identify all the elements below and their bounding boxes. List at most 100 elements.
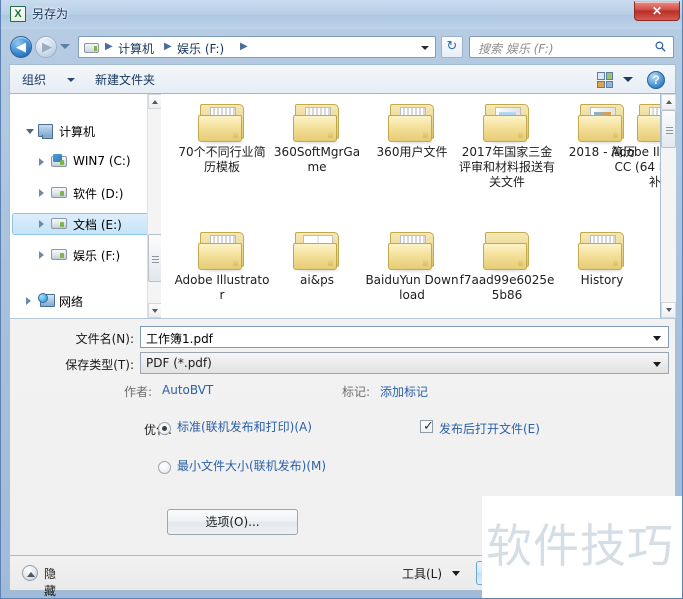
- sidebar-item-label: 娱乐 (F:): [73, 249, 121, 263]
- view-mode-icon[interactable]: [597, 72, 613, 88]
- folder-icon: [293, 102, 341, 144]
- sidebar-item-computer[interactable]: 计算机: [10, 120, 161, 142]
- radio-minimum-size[interactable]: [158, 461, 171, 474]
- drive-icon: [51, 249, 67, 260]
- filetype-value: PDF (*.pdf): [146, 356, 212, 370]
- computer-icon: [38, 124, 53, 139]
- list-item-label: History: [580, 273, 624, 287]
- list-item-label: 2017年国家三金评审和材料报送有关文件: [459, 145, 556, 189]
- chevron-expand-icon[interactable]: [39, 220, 44, 228]
- address-bar-row: ◀ ▶ ▶ 计算机 ▶ 娱乐 (F:) ▶ ↻ 搜索 娱乐 (F:): [1, 29, 682, 64]
- folder-icon: [388, 230, 436, 272]
- sidebar-item-entertainment-f[interactable]: 娱乐 (F:): [10, 244, 161, 266]
- list-item[interactable]: Adobe Illustrator: [174, 230, 270, 303]
- chevron-down-icon[interactable]: [653, 336, 661, 341]
- chevron-down-icon[interactable]: [421, 46, 429, 50]
- file-list-pane: 70个不同行业简历模板 360SoftMgrGame 360用户文件 2017年…: [161, 94, 661, 318]
- network-icon: [38, 293, 55, 307]
- list-item[interactable]: ai&ps: [269, 230, 365, 288]
- list-item-label: Adobe Illustrator: [174, 273, 270, 302]
- chevron-down-icon[interactable]: [623, 77, 633, 82]
- excel-icon: X: [10, 6, 26, 22]
- options-button[interactable]: 选项(O)...: [167, 509, 298, 535]
- list-item[interactable]: 70个不同行业简历模板: [174, 102, 270, 175]
- organize-menu-button[interactable]: 组织: [22, 71, 46, 88]
- folder-icon: [198, 102, 246, 144]
- collapse-up-icon: [22, 565, 38, 581]
- radio-standard-label[interactable]: 标准(联机发布和打印)(A): [177, 419, 327, 435]
- window-title: 另存为: [32, 7, 69, 21]
- list-item[interactable]: 360用户文件: [364, 102, 460, 160]
- sidebar-item-software-d[interactable]: 软件 (D:): [10, 182, 161, 204]
- forward-arrow-icon[interactable]: ▶: [35, 36, 57, 58]
- author-value[interactable]: AutoBVT: [162, 383, 213, 397]
- search-input[interactable]: 搜索 娱乐 (F:): [469, 36, 674, 58]
- breadcrumb-separator: ▶: [164, 41, 172, 52]
- folder-icon: [637, 102, 660, 144]
- navigation-scrollbar[interactable]: [147, 94, 162, 318]
- help-icon[interactable]: ?: [647, 71, 665, 89]
- filename-input[interactable]: 工作簿1.pdf: [140, 326, 669, 348]
- radio-standard[interactable]: [158, 422, 171, 435]
- refresh-icon[interactable]: ↻: [441, 36, 463, 58]
- hide-folders-label: 隐藏文件夹: [44, 567, 57, 598]
- recent-pages-icon[interactable]: [60, 44, 70, 49]
- list-item[interactable]: 360SoftMgrGame: [269, 102, 365, 175]
- scrollbar-thumb[interactable]: [661, 110, 676, 148]
- search-placeholder: 搜索 娱乐 (F:): [478, 42, 554, 56]
- close-button[interactable]: ✕: [634, 1, 680, 21]
- navigation-pane: 计算机 WIN7 (C:) 软件 (D:) 文档 (E:) 娱乐 (F:) 网络: [9, 94, 161, 318]
- list-item-label: f7aad99e6025e5b86: [459, 273, 555, 302]
- sidebar-item-win7-c[interactable]: WIN7 (C:): [10, 151, 161, 173]
- folder-icon: [483, 102, 531, 144]
- tools-menu-button[interactable]: 工具(L): [402, 565, 442, 582]
- drive-icon: [51, 187, 67, 198]
- breadcrumb-computer[interactable]: 计算机: [118, 40, 154, 57]
- list-item[interactable]: kcdown: [649, 230, 660, 288]
- list-item-label: 70个不同行业简历模板: [178, 145, 266, 174]
- list-item[interactable]: BaiduYun Download: [364, 230, 460, 303]
- back-arrow-icon[interactable]: ◀: [10, 36, 32, 58]
- list-item[interactable]: Adobe Illustrator CC (64 Bit) 破解补丁: [611, 102, 660, 190]
- breadcrumb-drive[interactable]: 娱乐 (F:): [177, 40, 224, 57]
- filetype-label: 保存类型(T):: [65, 358, 134, 372]
- folder-icon: [388, 102, 436, 144]
- radio-minimum-size-label[interactable]: 最小文件大小(联机发布)(M): [177, 458, 327, 474]
- sidebar-item-label: WIN7 (C:): [73, 154, 131, 168]
- chevron-expand-icon[interactable]: [39, 189, 44, 197]
- file-list-scrollbar[interactable]: [661, 94, 676, 318]
- scroll-up-button[interactable]: [661, 94, 676, 110]
- scrollbar-thumb[interactable]: [148, 234, 162, 282]
- chevron-down-icon[interactable]: [67, 78, 75, 82]
- breadcrumb-separator: ▶: [105, 41, 113, 52]
- chevron-expand-icon[interactable]: [26, 129, 34, 134]
- chevron-expand-icon[interactable]: [39, 158, 44, 166]
- sidebar-item-network[interactable]: 网络: [10, 290, 161, 312]
- chevron-down-icon[interactable]: [452, 571, 460, 576]
- list-item[interactable]: 2017年国家三金评审和材料报送有关文件: [459, 102, 555, 190]
- drive-icon: [51, 218, 67, 229]
- tags-label: 标记:: [342, 385, 371, 399]
- sidebar-item-docs-e[interactable]: 文档 (E:): [10, 213, 161, 235]
- folder-icon: [293, 230, 341, 272]
- scroll-down-button[interactable]: [148, 303, 162, 318]
- breadcrumb-separator: ▶: [240, 41, 248, 52]
- scroll-up-button[interactable]: [148, 94, 162, 109]
- open-after-publish-label[interactable]: 发布后打开文件(E): [439, 420, 540, 437]
- list-item-label: BaiduYun Download: [365, 273, 459, 302]
- open-after-publish-checkbox[interactable]: ✓: [420, 419, 434, 434]
- scroll-down-button[interactable]: [661, 302, 676, 318]
- filetype-select[interactable]: PDF (*.pdf): [140, 352, 669, 374]
- list-item[interactable]: f7aad99e6025e5b86: [459, 230, 555, 303]
- chevron-expand-icon[interactable]: [26, 297, 31, 305]
- new-folder-button[interactable]: 新建文件夹: [95, 71, 155, 88]
- address-bar[interactable]: ▶ 计算机 ▶ 娱乐 (F:) ▶: [78, 36, 436, 58]
- chevron-expand-icon[interactable]: [39, 251, 44, 259]
- list-item[interactable]: History: [554, 230, 650, 288]
- tags-value[interactable]: 添加标记: [380, 383, 428, 400]
- folder-icon: [578, 230, 626, 272]
- chevron-down-icon[interactable]: [653, 362, 661, 367]
- list-item-label: 360SoftMgrGame: [273, 145, 361, 174]
- folder-icon: [198, 230, 246, 272]
- sidebar-item-label: 网络: [59, 295, 84, 309]
